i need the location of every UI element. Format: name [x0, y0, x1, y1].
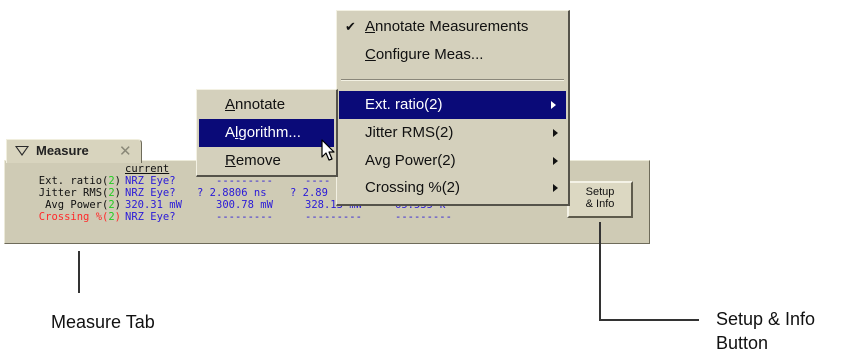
submenu-arrow-icon: [553, 184, 558, 192]
checkmark-icon: ✔: [345, 19, 356, 34]
menu-item-ext-ratio[interactable]: Ext. ratio(2): [339, 91, 566, 119]
submenu-arrow-icon: [551, 101, 556, 109]
callout-line-measure-tab: [78, 251, 80, 293]
column-header-current: current: [125, 163, 170, 175]
mouse-pointer-icon: [321, 139, 335, 161]
submenu-arrow-icon: [553, 129, 558, 137]
row-label-crossing[interactable]: Crossing %(2): [9, 211, 121, 223]
menu-item-jitter-rms[interactable]: Jitter RMS(2): [337, 119, 568, 147]
value-cell: NRZ Eye?: [125, 187, 176, 199]
menu-separator: [341, 79, 564, 81]
submenu-item-annotate[interactable]: Annotate: [197, 91, 336, 119]
row-label-ext-ratio[interactable]: Ext. ratio(2): [9, 175, 121, 187]
submenu-arrow-icon: [553, 157, 558, 165]
callout-line-setup-horizontal: [599, 319, 699, 321]
setup-info-button-line1: Setup: [585, 186, 615, 198]
submenu-item-algorithm[interactable]: Algorithm...: [199, 119, 334, 147]
value-cell: NRZ Eye?: [125, 175, 176, 187]
value-cell: ---------: [395, 211, 452, 223]
callout-setup-info-line2: Button: [716, 333, 769, 353]
submenu-item-remove[interactable]: Remove: [197, 147, 336, 175]
menu-item-crossing[interactable]: Crossing %(2): [337, 174, 568, 202]
measure-tab[interactable]: Measure ✕: [6, 139, 142, 163]
value-cell: NRZ Eye?: [125, 211, 176, 223]
row-label-avg-power[interactable]: Avg Power(2): [9, 199, 121, 211]
close-icon[interactable]: ✕: [119, 142, 132, 160]
callout-setup-info-line1: Setup & Info: [716, 309, 816, 329]
value-cell: 300.78 mW: [216, 199, 273, 211]
value-cell: ---------: [216, 211, 273, 223]
row-label-jitter-rms[interactable]: Jitter RMS(2): [9, 187, 121, 199]
context-menu: ✔ Annotate Measurements Configure Meas..…: [336, 10, 570, 206]
value-cell: 320.31 mW: [125, 199, 182, 211]
menu-item-avg-power[interactable]: Avg Power(2): [337, 147, 568, 175]
setup-info-button-line2: & Info: [585, 198, 615, 210]
value-cell: ? 2.8806 ns: [197, 187, 267, 199]
measure-tab-label: Measure: [36, 143, 89, 158]
setup-info-button[interactable]: Setup & Info: [567, 181, 633, 218]
value-cell: ? 2.89: [290, 187, 328, 199]
value-cell: ---------: [305, 211, 362, 223]
menu-item-annotate-measurements[interactable]: ✔ Annotate Measurements: [337, 13, 568, 41]
menu-item-configure-meas[interactable]: Configure Meas...: [337, 41, 568, 69]
collapse-triangle-icon[interactable]: [15, 146, 29, 156]
callout-line-setup-vertical: [599, 222, 601, 320]
submenu: Annotate Algorithm... Remove: [196, 89, 338, 177]
callout-measure-tab: Measure Tab: [51, 312, 155, 332]
